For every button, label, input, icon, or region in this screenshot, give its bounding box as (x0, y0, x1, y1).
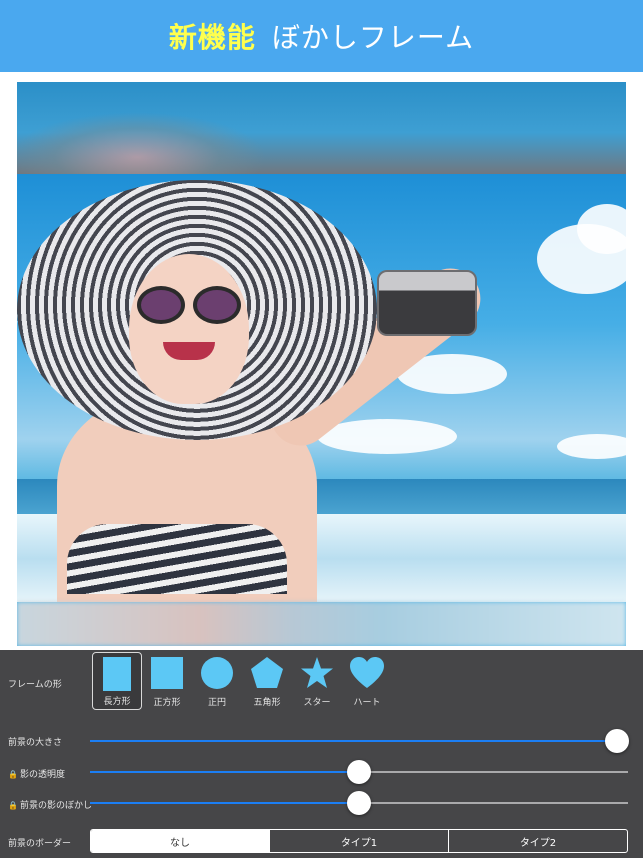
slider-thumb[interactable] (347, 760, 371, 784)
foreground-size-slider[interactable] (90, 729, 630, 753)
heart-icon (350, 656, 384, 690)
blurred-frame-top (17, 82, 626, 202)
circle-icon (201, 657, 233, 689)
frame-shape-picker: 長方形 正方形 正円 五角形 スター ハート (92, 652, 392, 710)
slider-fill (90, 771, 359, 773)
slider-fill (90, 802, 359, 804)
shape-label: 正円 (207, 698, 226, 708)
frame-controls-panel: フレームの形 長方形 正方形 正円 五角形 スター ハート 前景の大きさ 🔒 影… (0, 650, 643, 858)
shadow-blur-label-row: 🔒 前景の影のぼかし (8, 798, 92, 811)
banner-highlight: 新機能 (168, 21, 256, 54)
square-icon (151, 657, 183, 689)
border-type-segmented-control: なし タイプ1 タイプ2 (90, 829, 628, 853)
camera-in-photo (377, 270, 477, 336)
star-icon (300, 656, 334, 690)
rectangle-icon (103, 657, 131, 691)
shadow-blur-slider[interactable] (90, 791, 628, 815)
shape-label: 五角形 (253, 698, 281, 708)
shape-option-pentagon[interactable]: 五角形 (242, 652, 292, 710)
foreground-photo (17, 174, 626, 602)
shape-label: 正方形 (153, 698, 181, 708)
foreground-size-label: 前景の大きさ (8, 738, 63, 748)
lock-icon: 🔒 (8, 801, 18, 810)
slider-fill (90, 740, 618, 742)
shape-option-heart[interactable]: ハート (342, 652, 392, 710)
lock-icon: 🔒 (8, 770, 18, 779)
shape-label: 長方形 (103, 697, 131, 707)
shape-option-star[interactable]: スター (292, 652, 342, 710)
blurred-frame-bottom (17, 602, 626, 646)
shadow-opacity-slider[interactable] (90, 760, 628, 784)
border-option-type1[interactable]: タイプ1 (269, 830, 448, 852)
shape-label: ハート (353, 698, 381, 708)
border-option-none[interactable]: なし (91, 830, 269, 852)
slider-thumb[interactable] (605, 729, 630, 753)
border-option-type2[interactable]: タイプ2 (448, 830, 627, 852)
shape-option-square[interactable]: 正方形 (142, 652, 192, 710)
shape-option-circle[interactable]: 正円 (192, 652, 242, 710)
banner-title: ぼかしフレーム (271, 21, 475, 54)
shadow-opacity-label: 影の透明度 (19, 770, 65, 780)
photo-preview[interactable] (17, 82, 626, 646)
slider-thumb[interactable] (347, 791, 371, 815)
shadow-opacity-label-row: 🔒 影の透明度 (8, 767, 65, 780)
shape-option-rectangle[interactable]: 長方形 (92, 652, 142, 710)
frame-shape-label: フレームの形 (8, 680, 62, 690)
pentagon-icon (250, 656, 284, 690)
foreground-border-label: 前景のボーダー (8, 839, 72, 849)
promo-banner: 新機能 ぼかしフレーム (0, 0, 643, 72)
shadow-blur-label: 前景の影のぼかし (19, 801, 92, 811)
shape-label: スター (303, 698, 331, 708)
